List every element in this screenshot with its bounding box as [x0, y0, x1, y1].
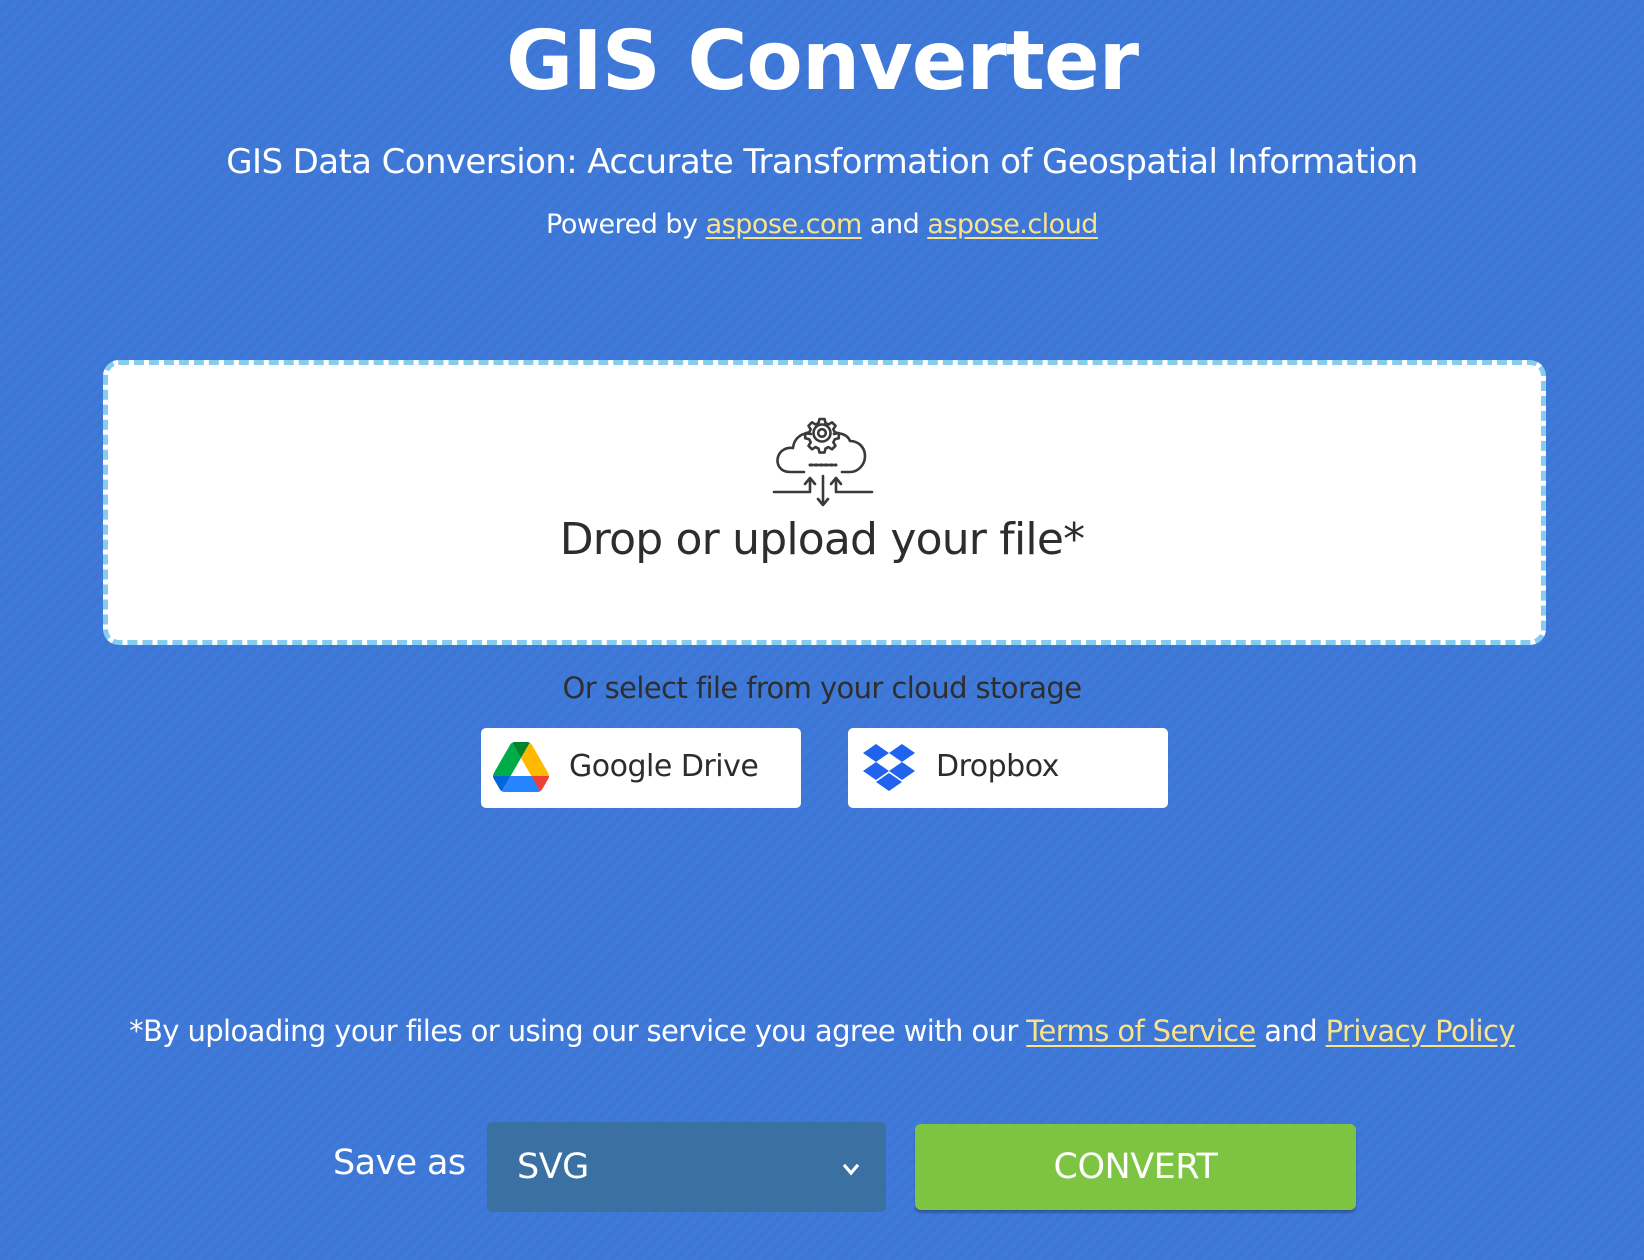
aspose-cloud-link[interactable]: aspose.cloud	[927, 209, 1098, 240]
page-subtitle: GIS Data Conversion: Accurate Transforma…	[226, 142, 1418, 182]
terms-notice: *By uploading your files or using our se…	[0, 1010, 1644, 1052]
output-format-select[interactable]: SVG	[487, 1122, 886, 1212]
privacy-policy-link[interactable]: Privacy Policy	[1326, 1014, 1516, 1048]
google-drive-label: Google Drive	[569, 749, 759, 784]
dropzone-text: Drop or upload your file*	[559, 514, 1085, 565]
terms-of-service-link[interactable]: Terms of Service	[1026, 1014, 1256, 1048]
convert-button[interactable]: CONVERT	[915, 1124, 1356, 1210]
chevron-down-icon	[843, 1164, 859, 1176]
selected-format: SVG	[517, 1147, 589, 1187]
google-drive-button[interactable]: Google Drive	[481, 728, 801, 808]
powered-by-and: and	[861, 209, 928, 240]
google-drive-icon	[493, 742, 549, 792]
cloud-storage-prompt: Or select file from your cloud storage	[562, 671, 1083, 705]
powered-by: Powered by aspose.com and aspose.cloud	[0, 206, 1644, 244]
dropbox-icon	[863, 744, 915, 791]
terms-and: and	[1255, 1014, 1326, 1048]
dropbox-button[interactable]: Dropbox	[848, 728, 1168, 808]
page-title: GIS Converter	[505, 14, 1139, 109]
dropbox-label: Dropbox	[936, 749, 1059, 784]
cloud-gear-upload-icon	[772, 417, 874, 507]
terms-prefix: *By uploading your files or using our se…	[129, 1014, 1027, 1048]
powered-by-prefix: Powered by	[546, 209, 706, 240]
aspose-com-link[interactable]: aspose.com	[706, 209, 863, 240]
save-as-label: Save as	[333, 1143, 466, 1183]
